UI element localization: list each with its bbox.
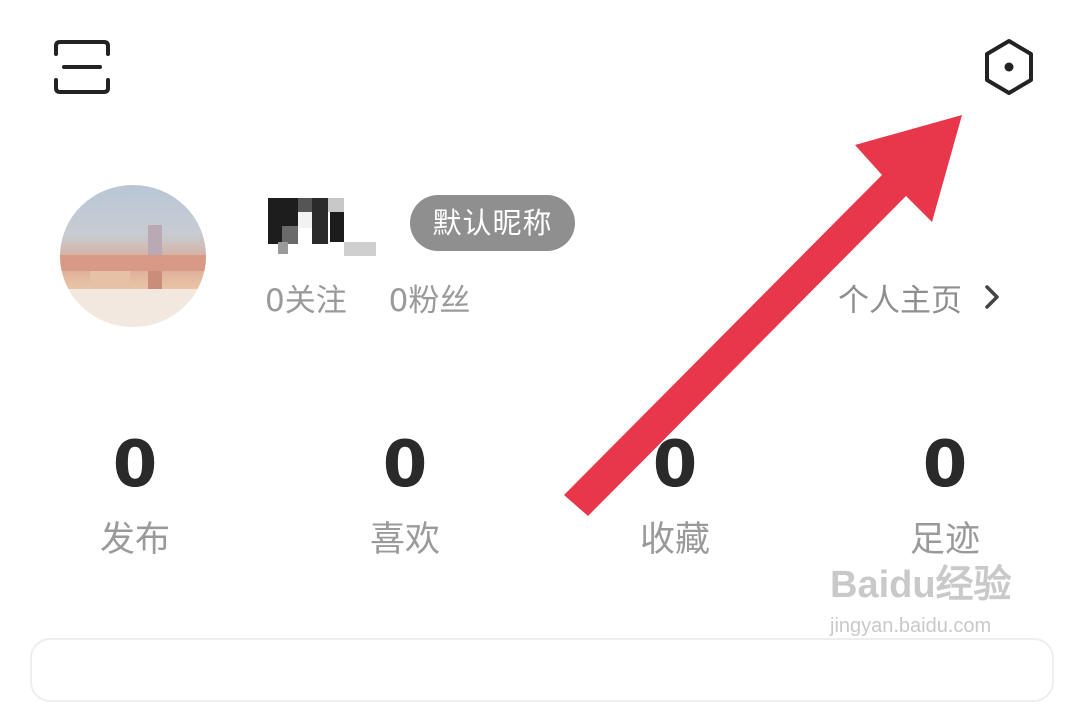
watermark-site: jingyan.baidu.com <box>830 615 992 637</box>
chevron-right-icon <box>984 275 1000 325</box>
stat-value: 0 <box>652 428 698 502</box>
scan-menu-icon <box>54 40 110 94</box>
baidu-watermark: Baidu经验 jingyan.baidu.com <box>830 560 1030 650</box>
homepage-link[interactable]: 个人主页 <box>838 276 1000 326</box>
stat-label: 喜欢 <box>369 520 440 560</box>
menu-button[interactable] <box>52 38 112 96</box>
following-count[interactable]: 0关注 <box>265 276 347 326</box>
nickname-badge[interactable]: 默认昵称 <box>410 195 575 251</box>
followers-count[interactable]: 0粉丝 <box>389 276 471 326</box>
stat-posts[interactable]: 0 发布 <box>35 425 235 565</box>
watermark-brand: Baidu经验 <box>830 564 1012 606</box>
stat-history[interactable]: 0 足迹 <box>845 425 1045 565</box>
stat-value: 0 <box>922 428 968 502</box>
username-mosaic <box>268 198 376 258</box>
stat-value: 0 <box>112 428 158 502</box>
stat-label: 足迹 <box>909 520 980 560</box>
avatar[interactable] <box>60 185 206 327</box>
stat-likes[interactable]: 0 喜欢 <box>305 425 505 565</box>
stat-label: 收藏 <box>639 520 710 560</box>
homepage-label: 个人主页 <box>838 283 962 319</box>
stat-value: 0 <box>382 428 428 502</box>
stat-favorites[interactable]: 0 收藏 <box>575 425 775 565</box>
stat-label: 发布 <box>99 520 170 560</box>
follow-stats: 0关注 0粉丝 <box>265 276 470 326</box>
settings-button[interactable] <box>978 36 1040 98</box>
hexagon-settings-icon <box>985 39 1033 95</box>
